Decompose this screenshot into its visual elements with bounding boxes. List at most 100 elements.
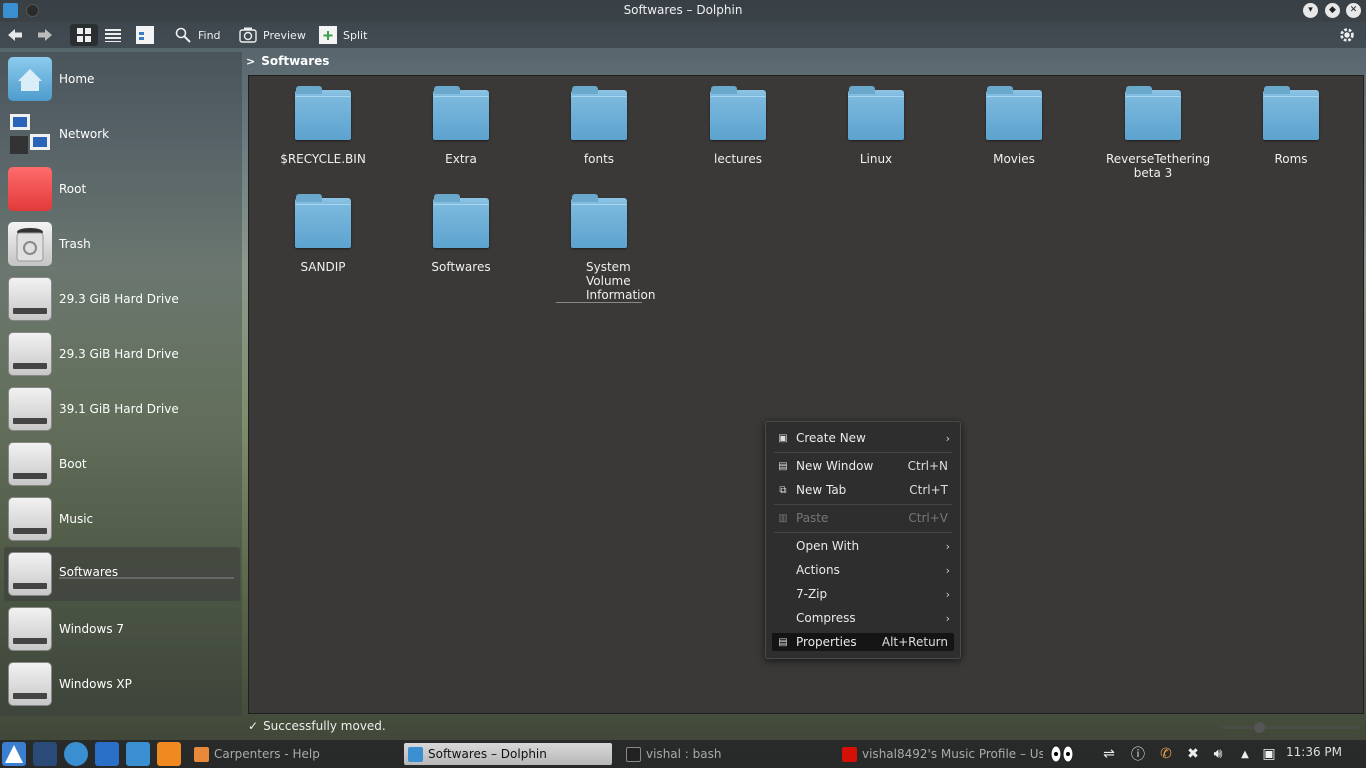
forward-button[interactable] xyxy=(36,24,54,46)
folder-item[interactable]: ReverseTethering beta 3 xyxy=(1084,84,1222,180)
search-icon xyxy=(174,26,192,44)
hard-drive-icon xyxy=(8,662,52,706)
folder-item[interactable]: $RECYCLE.BIN xyxy=(254,84,392,166)
usb-icon[interactable]: ⇌ xyxy=(1100,745,1118,763)
place-network[interactable]: Network xyxy=(4,107,240,161)
folder-icon xyxy=(709,84,767,142)
split-label: Split xyxy=(343,28,368,42)
network-icon xyxy=(8,112,52,156)
task-dolphin[interactable]: Softwares – Dolphin xyxy=(404,743,612,765)
chevron-right-icon: › xyxy=(945,611,950,625)
dolphin-task-icon xyxy=(408,746,423,762)
close-button[interactable]: ✕ xyxy=(1346,3,1361,18)
hard-drive-icon xyxy=(8,442,52,486)
paste-icon: ▥ xyxy=(778,512,788,524)
place-windows-7[interactable]: Windows 7 xyxy=(4,602,240,656)
folder-item[interactable]: Roms xyxy=(1222,84,1360,166)
folder-icon xyxy=(570,84,628,142)
menu-item-7zip[interactable]: 7-Zip › xyxy=(772,585,954,603)
chevron-right-icon: › xyxy=(945,587,950,601)
place-softwares[interactable]: Softwares xyxy=(4,547,240,601)
columns-view-button[interactable] xyxy=(136,24,154,46)
checkmark-icon: ✓ xyxy=(248,719,259,733)
chevron-up-icon[interactable]: ▲ xyxy=(1236,745,1254,763)
place-music[interactable]: Music xyxy=(4,492,240,546)
folder-item[interactable]: Linux xyxy=(807,84,945,166)
icons-view-button[interactable] xyxy=(70,24,98,46)
menu-item-paste[interactable]: ▥ Paste Ctrl+V xyxy=(772,509,954,527)
volume-icon[interactable]: 🔊︎ xyxy=(1209,745,1227,763)
arrow-left-icon xyxy=(6,26,24,44)
place-drive-1[interactable]: 29.3 GiB Hard Drive xyxy=(4,272,240,326)
task-bash[interactable]: vishal : bash xyxy=(622,743,827,765)
menu-item-actions[interactable]: Actions › xyxy=(772,561,954,579)
info-icon[interactable]: ⓘ xyxy=(1129,745,1147,763)
folder-item[interactable]: lectures xyxy=(669,84,807,166)
status-message: Successfully moved. xyxy=(263,719,386,733)
folder-icon xyxy=(432,192,490,250)
eyes-icon[interactable] xyxy=(1050,745,1074,763)
settings-button[interactable] xyxy=(1338,24,1356,46)
details-view-button[interactable] xyxy=(104,24,122,46)
menu-separator xyxy=(774,504,952,505)
place-windows-xp[interactable]: Windows XP xyxy=(4,657,240,711)
place-boot[interactable]: Boot xyxy=(4,437,240,491)
camera-icon xyxy=(239,26,257,44)
dolphin-launcher-icon[interactable] xyxy=(126,742,150,766)
find-button[interactable]: Find xyxy=(174,24,221,46)
menu-item-new-tab[interactable]: ⧉ New Tab Ctrl+T xyxy=(772,481,954,499)
menu-item-create-new[interactable]: ▣ Create New › xyxy=(772,429,954,447)
task-carpenters-help[interactable]: Carpenters - Help xyxy=(190,743,395,765)
grid-view-icon xyxy=(75,26,93,44)
status-bar: ✓ Successfully moved. xyxy=(248,718,386,734)
new-tab-icon: ⧉ xyxy=(779,484,787,496)
browser-icon[interactable] xyxy=(64,742,88,766)
zoom-slider[interactable] xyxy=(1222,722,1360,733)
place-root[interactable]: Root xyxy=(4,162,240,216)
hard-drive-icon xyxy=(8,552,52,596)
place-drive-2[interactable]: 29.3 GiB Hard Drive xyxy=(4,327,240,381)
chevron-right-icon: › xyxy=(945,431,950,445)
hard-drive-icon xyxy=(8,277,52,321)
menu-item-open-with[interactable]: Open With › xyxy=(772,537,954,555)
folder-item[interactable]: SANDIP xyxy=(254,192,392,274)
folder-item[interactable]: Softwares xyxy=(392,192,530,274)
minimize-button[interactable]: ▾ xyxy=(1303,3,1318,18)
clock[interactable]: 11:36 PM xyxy=(1286,745,1342,759)
maximize-button[interactable]: ◆ xyxy=(1325,3,1340,18)
menu-item-properties[interactable]: ▤ Properties Alt+Return xyxy=(772,633,954,651)
clipboard-icon[interactable]: ▣ xyxy=(1260,745,1278,763)
find-label: Find xyxy=(198,28,221,42)
context-menu: ▣ Create New › ▤ New Window Ctrl+N ⧉ New… xyxy=(765,421,961,659)
folder-item[interactable]: Movies xyxy=(945,84,1083,166)
root-folder-icon xyxy=(8,167,52,211)
split-view-icon xyxy=(319,26,337,44)
place-trash[interactable]: Trash xyxy=(4,217,240,271)
hard-drive-icon xyxy=(8,332,52,376)
desktop-icon[interactable] xyxy=(33,742,57,766)
terminal-icon xyxy=(626,746,641,762)
create-new-icon: ▣ xyxy=(778,432,788,444)
taskbar: Carpenters - Help Softwares – Dolphin vi… xyxy=(0,740,1366,768)
menu-item-new-window[interactable]: ▤ New Window Ctrl+N xyxy=(772,457,954,475)
place-home[interactable]: Home xyxy=(4,52,240,106)
folder-item[interactable]: System Volume Information xyxy=(530,192,668,303)
folder-icon xyxy=(570,192,628,250)
preview-button[interactable]: Preview xyxy=(239,24,306,46)
place-drive-3[interactable]: 39.1 GiB Hard Drive xyxy=(4,382,240,436)
sun-app-icon[interactable] xyxy=(157,742,181,766)
phone-icon[interactable]: ✆ xyxy=(1157,745,1175,763)
folder-item[interactable]: Extra xyxy=(392,84,530,166)
zoom-slider-handle[interactable] xyxy=(1254,722,1265,733)
breadcrumb-current[interactable]: Softwares xyxy=(261,54,329,68)
back-button[interactable] xyxy=(6,24,24,46)
menu-item-compress[interactable]: Compress › xyxy=(772,609,954,627)
folder-item[interactable]: fonts xyxy=(530,84,668,166)
split-button[interactable]: Split xyxy=(319,24,367,46)
drive-usage-bar xyxy=(59,577,234,579)
app-launcher-icon[interactable] xyxy=(2,742,26,766)
task-music-profile[interactable]: vishal8492's Music Profile – Us xyxy=(838,743,1043,765)
network-tray-icon[interactable]: ✖ xyxy=(1184,745,1202,763)
settings-app-icon[interactable] xyxy=(95,742,119,766)
chevron-right-icon[interactable]: > xyxy=(246,55,255,68)
